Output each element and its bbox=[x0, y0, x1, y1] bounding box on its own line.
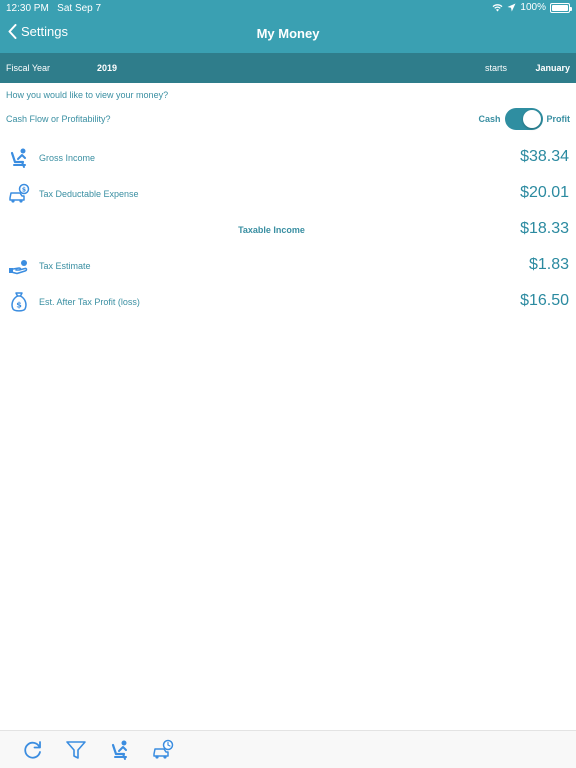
row-value: $18.33 bbox=[520, 220, 569, 237]
row-label: Taxable Income bbox=[238, 225, 305, 235]
page-title: My Money bbox=[256, 26, 320, 41]
fiscal-year-bar[interactable]: Fiscal Year 2019 starts January bbox=[0, 53, 576, 83]
svg-text:$: $ bbox=[22, 187, 26, 194]
row-value: $38.34 bbox=[520, 148, 569, 165]
car-clock-icon[interactable] bbox=[152, 739, 174, 761]
refresh-icon[interactable] bbox=[22, 739, 44, 761]
nav-header: 12:30 PM Sat Sep 7 100% Settings My Mone… bbox=[0, 0, 576, 53]
row-label: Gross Income bbox=[39, 153, 96, 163]
tax-deductable-expense-row[interactable]: $ Tax Deductable Expense $20.01 bbox=[0, 179, 576, 209]
row-value: $16.50 bbox=[520, 292, 569, 309]
hand-coin-icon bbox=[9, 260, 28, 275]
view-prompt: How you would like to view your money? bbox=[6, 90, 169, 100]
status-time: 12:30 PM Sat Sep 7 bbox=[6, 3, 102, 14]
taxable-income-row: Taxable Income $18.33 bbox=[0, 215, 576, 245]
battery-icon bbox=[550, 2, 572, 13]
location-icon bbox=[507, 3, 516, 12]
mode-switch[interactable] bbox=[504, 108, 543, 130]
profit-label: Profit bbox=[546, 114, 571, 124]
mode-question: Cash Flow or Profitability? bbox=[6, 114, 111, 124]
fiscal-year-label: Fiscal Year bbox=[6, 63, 51, 73]
fiscal-year-value[interactable]: 2019 bbox=[97, 63, 117, 73]
fiscal-starts-label: starts bbox=[485, 63, 508, 73]
row-label: Tax Estimate bbox=[39, 261, 91, 271]
cash-label: Cash bbox=[478, 114, 501, 124]
row-value: $20.01 bbox=[520, 184, 569, 201]
tax-estimate-row[interactable]: Tax Estimate $1.83 bbox=[0, 251, 576, 281]
status-right: 100% bbox=[492, 2, 572, 13]
cash-profit-toggle[interactable]: Cash Profit bbox=[478, 108, 570, 130]
row-label: Est. After Tax Profit (loss) bbox=[39, 297, 140, 307]
driver-seat-icon bbox=[10, 148, 26, 168]
switch-knob bbox=[522, 110, 541, 128]
bottom-toolbar bbox=[0, 730, 576, 768]
svg-text:$: $ bbox=[16, 301, 22, 310]
wifi-icon bbox=[492, 4, 503, 12]
driver-seat-icon[interactable] bbox=[109, 739, 131, 761]
car-money-icon: $ bbox=[9, 183, 30, 203]
money-bag-icon: $ bbox=[11, 292, 27, 312]
filter-icon[interactable] bbox=[65, 739, 87, 761]
battery-percent: 100% bbox=[520, 2, 546, 13]
status-bar: 12:30 PM Sat Sep 7 100% bbox=[0, 0, 576, 16]
gross-income-row[interactable]: Gross Income $38.34 bbox=[0, 143, 576, 173]
after-tax-profit-row[interactable]: $ Est. After Tax Profit (loss) $16.50 bbox=[0, 287, 576, 317]
row-label: Tax Deductable Expense bbox=[39, 189, 139, 199]
fiscal-start-month[interactable]: January bbox=[535, 63, 570, 73]
row-value: $1.83 bbox=[528, 256, 569, 273]
